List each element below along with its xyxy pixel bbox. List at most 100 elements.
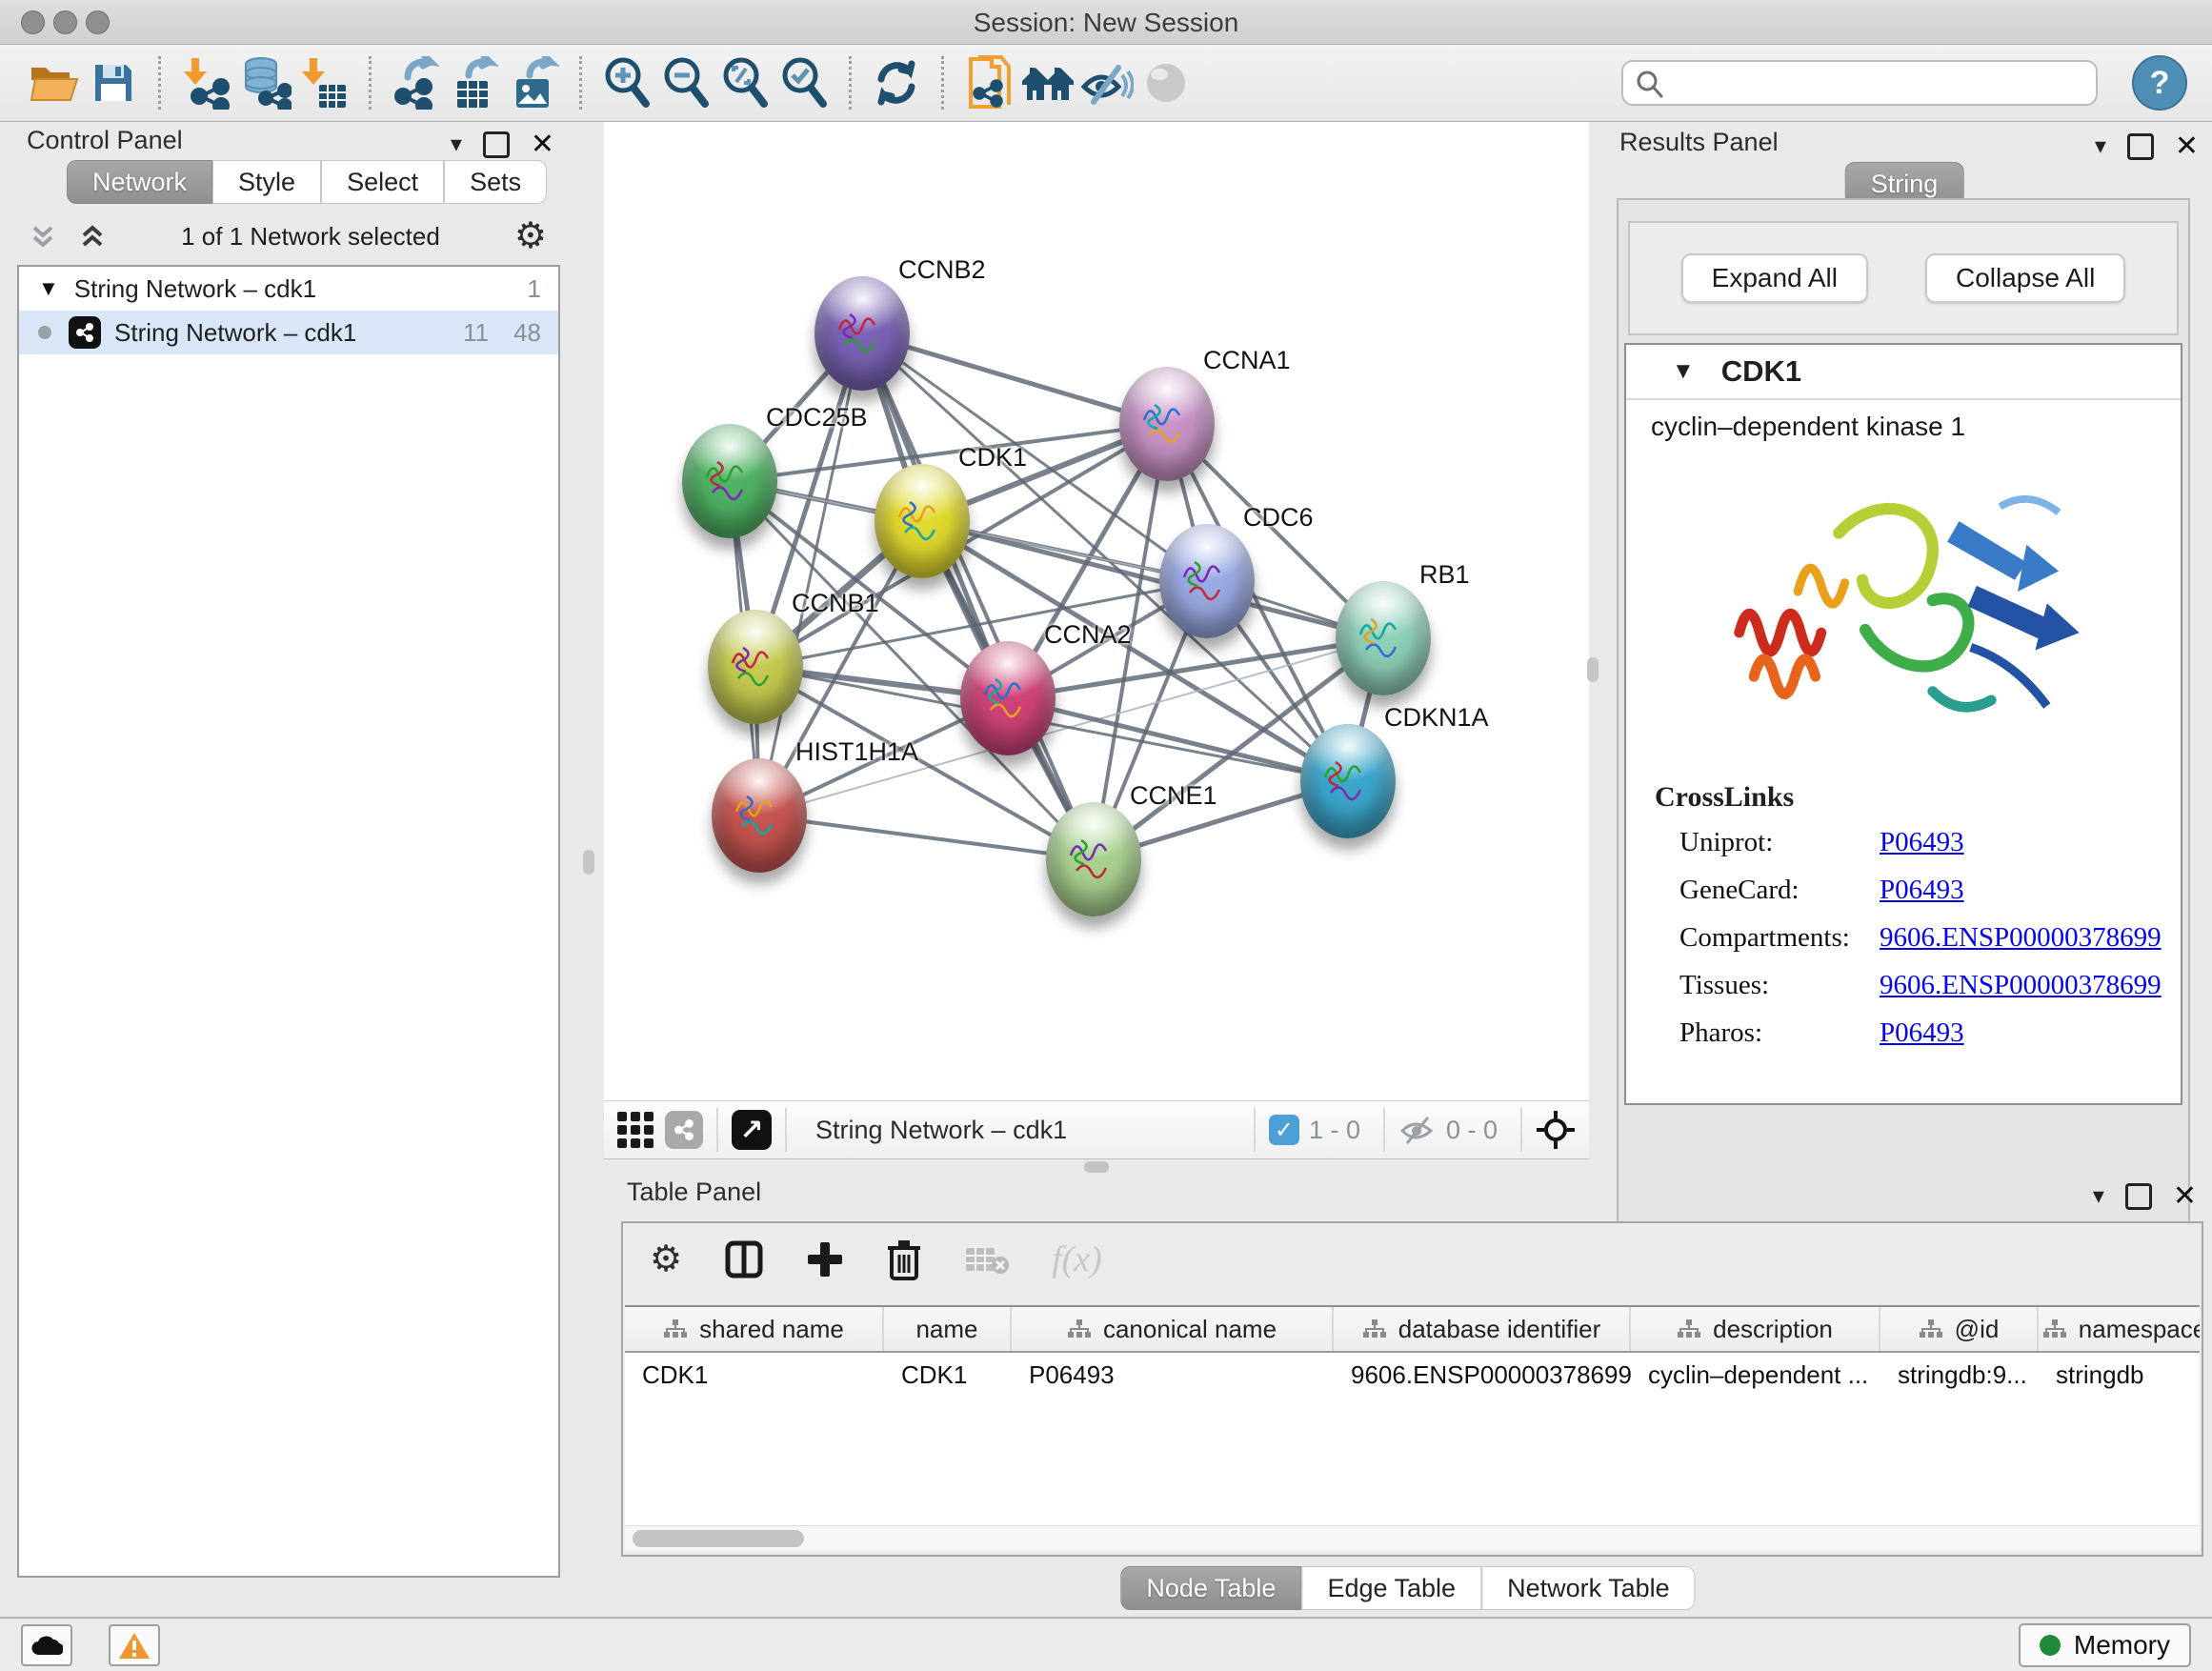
table-horizontal-scrollbar[interactable] [625, 1525, 2200, 1551]
tab-network-table[interactable]: Network Table [1481, 1566, 1696, 1610]
network-node-ccnb2[interactable] [814, 276, 910, 391]
crosslink-link[interactable]: 9606.ENSP00000378699 [1880, 970, 2162, 1001]
panel-close-button[interactable]: ✕ [2175, 130, 2199, 163]
grid-view-icon[interactable] [617, 1112, 654, 1148]
toolbar-separator [849, 56, 852, 110]
network-node-rb1[interactable] [1336, 581, 1431, 695]
clone-network-icon[interactable] [959, 53, 1018, 112]
network-node-cdc25b[interactable] [682, 424, 777, 538]
tab-network[interactable]: Network [67, 160, 212, 204]
import-table-icon[interactable] [294, 53, 353, 112]
hide-edges-icon[interactable] [1077, 53, 1136, 112]
export-network-icon[interactable] [387, 53, 446, 112]
memory-button[interactable]: Memory [2019, 1623, 2191, 1667]
export-image-icon[interactable] [505, 53, 564, 112]
node-table: shared namenamecanonical namedatabase id… [625, 1305, 2200, 1528]
export-table-icon[interactable] [446, 53, 505, 112]
crosslink-link[interactable]: P06493 [1880, 1017, 1964, 1049]
add-column-icon[interactable] [806, 1240, 844, 1278]
tab-node-table[interactable]: Node Table [1120, 1566, 1301, 1610]
collapse-all-networks-icon[interactable] [78, 222, 107, 251]
table-cell[interactable]: 9606.ENSP00000378699 [1334, 1353, 1631, 1397]
node-label-hist1h1a: HIST1H1A [795, 737, 918, 767]
selected-nodes-icon[interactable]: ✓ [1269, 1115, 1299, 1145]
table-cell[interactable]: CDK1 [884, 1353, 1012, 1397]
network-node-cdkn1a[interactable] [1300, 724, 1396, 838]
network-collection-row[interactable]: ▼ String Network – cdk1 1 [19, 267, 558, 311]
expand-all-button[interactable]: Expand All [1681, 253, 1868, 303]
gene-collapse-icon[interactable]: ▼ [1672, 358, 1695, 385]
column-header-namespace[interactable]: namespace [2039, 1307, 2200, 1351]
network-overview-icon[interactable] [665, 1111, 703, 1149]
horizontal-splitter[interactable] [604, 1159, 1589, 1174]
network-node-cdc6[interactable] [1159, 524, 1255, 638]
column-header-description[interactable]: description [1631, 1307, 1880, 1351]
home-icon[interactable] [1018, 53, 1077, 112]
network-node-cdk1[interactable] [875, 464, 970, 578]
graphics-detail-icon[interactable] [1136, 53, 1196, 112]
table-options-gear-icon[interactable]: ⚙ [650, 1241, 682, 1278]
search-input[interactable] [1621, 60, 2098, 106]
table-cell[interactable]: P06493 [1012, 1353, 1334, 1397]
network-row[interactable]: String Network – cdk1 1148 [19, 311, 558, 354]
column-header-name[interactable]: name [884, 1307, 1012, 1351]
help-icon[interactable]: ? [2132, 55, 2187, 111]
crosslink-link[interactable]: 9606.ENSP00000378699 [1880, 922, 2162, 954]
panel-close-button[interactable]: ✕ [2173, 1179, 2197, 1213]
show-columns-icon[interactable] [724, 1239, 764, 1279]
collection-expand-icon[interactable]: ▼ [38, 276, 59, 301]
network-node-ccne1[interactable] [1046, 802, 1141, 916]
network-node-ccnb1[interactable] [708, 610, 803, 724]
network-edge[interactable] [862, 333, 1094, 859]
tab-style[interactable]: Style [212, 160, 321, 204]
network-node-ccna1[interactable] [1119, 367, 1215, 481]
column-header-canonical-name[interactable]: canonical name [1012, 1307, 1334, 1351]
delete-column-icon[interactable] [886, 1238, 922, 1280]
panel-close-button[interactable]: ✕ [531, 128, 554, 161]
collapse-all-button[interactable]: Collapse All [1925, 253, 2125, 303]
cloud-status-button[interactable] [21, 1624, 72, 1666]
column-header-shared-name[interactable]: shared name [625, 1307, 884, 1351]
tab-edge-table[interactable]: Edge Table [1301, 1566, 1481, 1610]
gene-detail-card: ▼ CDK1 cyclin–dependent kinase 1 [1624, 343, 2182, 1105]
panel-float-button[interactable]: ▾ [2093, 1182, 2104, 1210]
network-options-gear-icon[interactable]: ⚙ [514, 218, 547, 254]
birdseye-view-icon[interactable]: ↗ [732, 1110, 772, 1150]
table-row[interactable]: CDK1CDK1P064939606.ENSP00000378699cyclin… [625, 1353, 2200, 1397]
zoom-fit-icon[interactable] [715, 53, 774, 112]
table-cell[interactable]: CDK1 [625, 1353, 884, 1397]
panel-maximize-button[interactable] [2127, 133, 2154, 160]
column-header-database-identifier[interactable]: database identifier [1334, 1307, 1631, 1351]
table-cell[interactable]: cyclin–dependent ... [1631, 1353, 1880, 1397]
network-edge[interactable] [759, 815, 1094, 859]
import-network-icon[interactable] [176, 53, 235, 112]
string-results-container: Expand All Collapse All ▼ CDK1 cyclin–de… [1617, 198, 2190, 1223]
table-cell[interactable]: stringdb [2039, 1353, 2200, 1397]
refresh-icon[interactable] [867, 53, 926, 112]
panel-float-button[interactable]: ▾ [2095, 132, 2106, 160]
crosslink-link[interactable]: P06493 [1880, 875, 1964, 906]
tab-select[interactable]: Select [321, 160, 444, 204]
pan-crosshair-icon[interactable] [1536, 1110, 1576, 1150]
panel-maximize-button[interactable] [483, 131, 510, 158]
column-header--id[interactable]: @id [1880, 1307, 2039, 1351]
zoom-out-icon[interactable] [656, 53, 715, 112]
warning-status-button[interactable] [109, 1624, 160, 1666]
import-database-icon[interactable] [235, 53, 294, 112]
expand-all-networks-icon[interactable] [29, 222, 57, 251]
panel-float-button[interactable]: ▾ [451, 131, 462, 158]
crosslink-link[interactable]: P06493 [1880, 827, 1964, 858]
memory-status-dot [2040, 1635, 2061, 1656]
network-canvas[interactable]: CCNB2CCNA1CDC25BCDK1CDC6RB1CCNB1CCNA2CDK… [604, 122, 1589, 1100]
network-node-hist1h1a[interactable] [712, 758, 807, 873]
left-splitter-handle[interactable] [583, 850, 594, 875]
open-folder-icon[interactable] [25, 53, 84, 112]
zoom-in-icon[interactable] [597, 53, 656, 112]
save-icon[interactable] [84, 53, 143, 112]
table-cell[interactable]: stringdb:9... [1880, 1353, 2039, 1397]
scrollbar-thumb[interactable] [633, 1530, 804, 1547]
network-node-ccna2[interactable] [960, 641, 1056, 755]
zoom-selected-icon[interactable] [774, 53, 834, 112]
tab-sets[interactable]: Sets [444, 160, 547, 204]
panel-maximize-button[interactable] [2125, 1183, 2152, 1210]
